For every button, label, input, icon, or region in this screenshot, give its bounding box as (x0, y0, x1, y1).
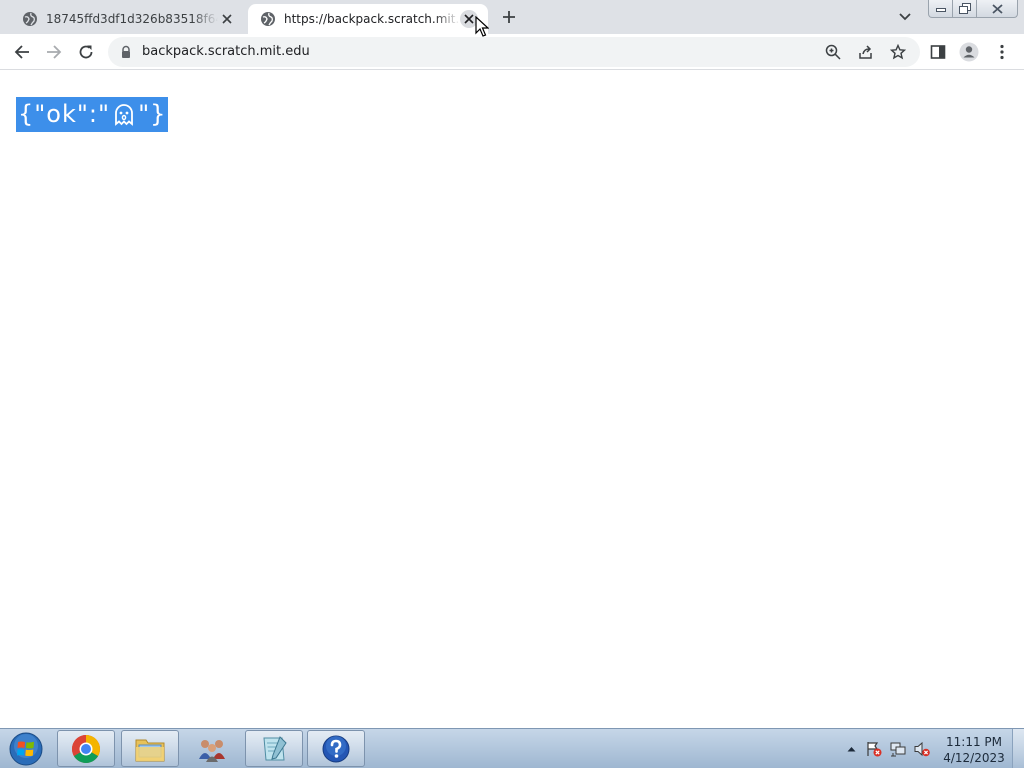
bookmark-star-icon[interactable] (889, 43, 907, 61)
show-desktop-button[interactable] (1012, 729, 1024, 768)
folder-icon (135, 739, 165, 761)
show-hidden-icons-button[interactable] (843, 741, 859, 757)
windows-start-icon (9, 732, 43, 766)
help-icon (322, 735, 350, 762)
ghost-emoji-icon (115, 103, 133, 126)
share-icon[interactable] (857, 43, 875, 61)
start-button[interactable] (4, 730, 48, 768)
side-panel-icon (930, 45, 946, 59)
clock-date: 4/12/2023 (943, 751, 1005, 765)
chrome-icon (72, 734, 100, 763)
forward-arrow-icon (47, 45, 62, 59)
network-icon[interactable] (890, 741, 906, 757)
minimize-icon (935, 7, 946, 12)
side-panel-button[interactable] (926, 40, 950, 64)
clock-time: 11:11 PM (946, 735, 1002, 749)
plus-icon (503, 11, 515, 23)
json-suffix: "} (138, 100, 167, 128)
taskbar-chrome[interactable] (57, 730, 115, 767)
kebab-menu-icon (1000, 44, 1004, 60)
volume-muted-icon[interactable] (914, 741, 930, 757)
taskbar-file-explorer[interactable] (121, 730, 179, 767)
system-clock[interactable]: 11:11 PM 4/12/2023 (940, 734, 1008, 766)
tab-close-icon[interactable] (218, 10, 236, 28)
url-text[interactable]: backpack.scratch.mit.edu (142, 44, 310, 59)
tab-title: 18745ffd3df1d326b83518f644908 (46, 12, 218, 26)
restore-button[interactable] (952, 0, 977, 18)
screen: 18745ffd3df1d326b83518f644908 https://ba… (0, 0, 1024, 768)
minimize-button[interactable] (928, 0, 953, 18)
json-prefix: {"ok":" (18, 100, 111, 128)
address-bar[interactable]: backpack.scratch.mit.edu (108, 37, 920, 67)
tab-title: https://backpack.scratch.mit.edu (284, 12, 460, 26)
reload-icon (79, 45, 93, 59)
avatar-icon (959, 42, 979, 62)
back-button[interactable] (10, 40, 34, 64)
people-icon (199, 739, 225, 762)
tab-inactive[interactable]: 18745ffd3df1d326b83518f644908 (8, 4, 246, 34)
browser-toolbar: backpack.scratch.mit.edu (0, 34, 1024, 70)
forward-button[interactable] (42, 40, 66, 64)
json-response-text[interactable]: {"ok":" "} (16, 97, 169, 132)
globe-icon (261, 12, 275, 26)
taskbar-help[interactable] (307, 730, 365, 767)
action-center-icon[interactable] (866, 741, 882, 757)
taskbar-users[interactable] (183, 730, 241, 767)
notepad-icon (263, 735, 287, 760)
chevron-up-icon (847, 747, 855, 752)
tab-search-button[interactable] (894, 6, 916, 28)
restore-icon (958, 3, 971, 14)
profile-button[interactable] (957, 40, 981, 64)
zoom-icon[interactable] (824, 43, 842, 61)
reload-button[interactable] (74, 40, 98, 64)
close-window-button[interactable] (976, 0, 1018, 18)
back-arrow-icon (14, 45, 29, 59)
tab-strip: 18745ffd3df1d326b83518f644908 https://ba… (0, 0, 1024, 34)
new-tab-button[interactable] (498, 6, 520, 28)
taskbar: 11:11 PM 4/12/2023 (0, 728, 1024, 768)
mouse-cursor-icon (475, 16, 489, 37)
page-content: {"ok":" "} (0, 71, 1024, 728)
lock-icon[interactable] (119, 45, 133, 59)
close-icon (991, 3, 1003, 14)
chevron-down-icon (899, 13, 911, 21)
tab-active[interactable]: https://backpack.scratch.mit.edu (248, 4, 488, 34)
menu-button[interactable] (990, 40, 1014, 64)
taskbar-notepad[interactable] (245, 730, 303, 767)
globe-icon (23, 12, 37, 26)
